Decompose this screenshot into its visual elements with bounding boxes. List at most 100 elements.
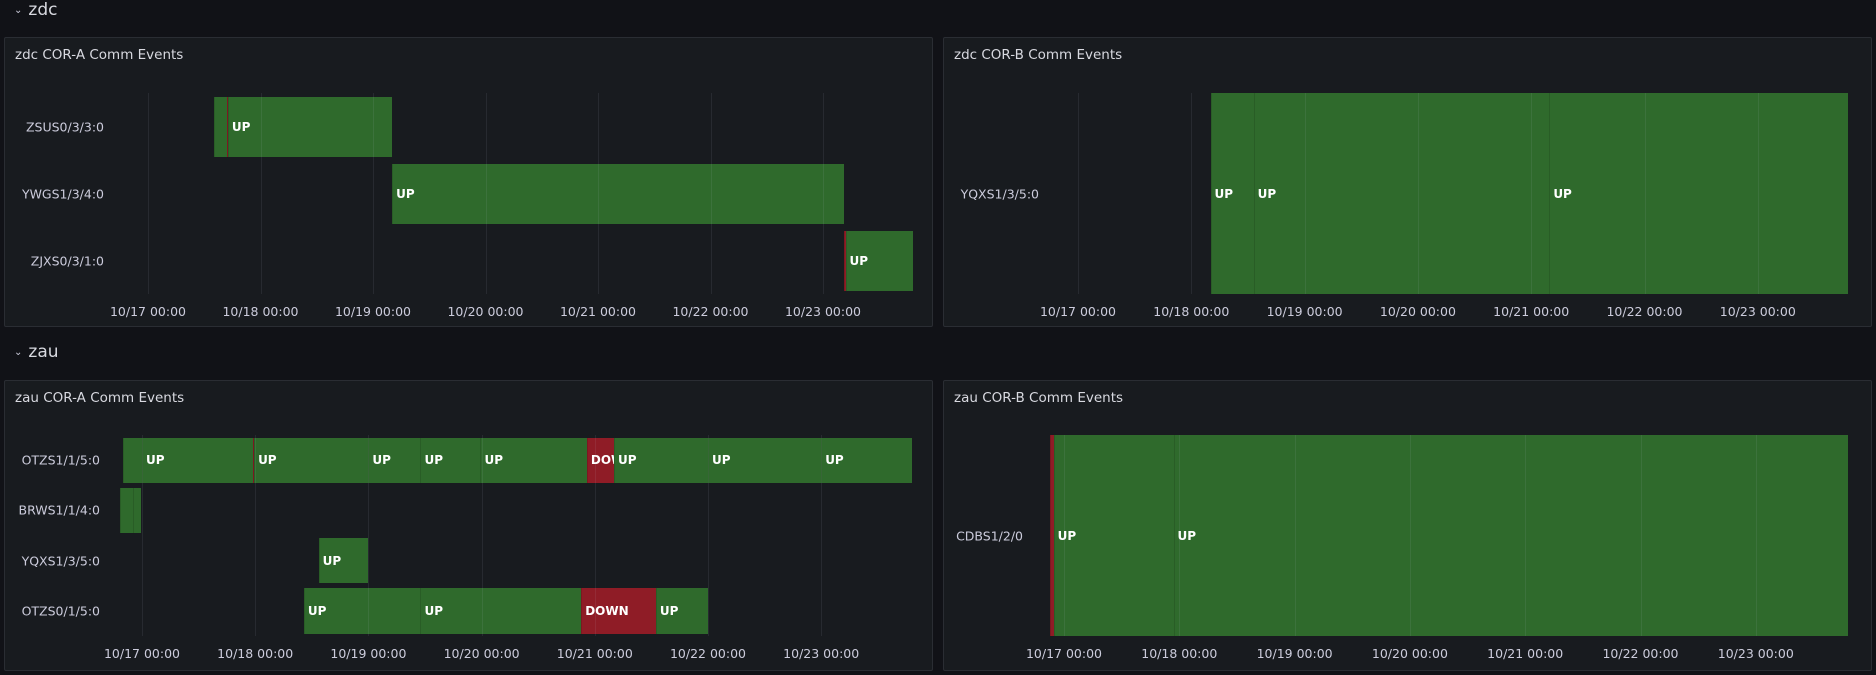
state-segment-up[interactable]: UP: [845, 230, 913, 291]
state-segment-up[interactable]: [122, 437, 142, 483]
panel-zau-cor-a[interactable]: zau COR-A Comm Events UPUPUPUPUPDOWNUPUP…: [4, 380, 933, 671]
state-segment-up[interactable]: UP: [318, 538, 369, 584]
state-label: UP: [231, 119, 251, 134]
section-header-zdc[interactable]: ⌄ zdc: [14, 0, 57, 20]
state-label: UP: [424, 453, 444, 468]
state-segment-up[interactable]: UP: [708, 437, 822, 483]
x-tick-label: 10/21 00:00: [559, 304, 637, 319]
x-tick-label: 10/22 00:00: [672, 304, 749, 319]
x-tick-label: 10/17 00:00: [1025, 646, 1103, 661]
state-segment-up[interactable]: [132, 487, 141, 533]
panel-zau-cor-b[interactable]: zau COR-B Comm Events UP UP 10/17 00:00 10/…: [943, 380, 1872, 671]
x-tick-label: 10/22 00:00: [669, 646, 747, 661]
state-label: UP: [1057, 528, 1077, 543]
row-label: YQXS1/3/5:0: [21, 553, 100, 569]
panel-title: zau COR-B Comm Events: [954, 390, 1124, 406]
state-segment-up[interactable]: UP: [142, 437, 253, 483]
x-tick-label: 10/19 00:00: [334, 304, 412, 319]
state-segment-up[interactable]: UP: [227, 96, 393, 157]
section-header-zau[interactable]: ⌄ zau: [14, 342, 59, 362]
x-tick-label: 10/22 00:00: [1602, 646, 1679, 661]
state-label: UP: [396, 186, 415, 201]
state-segment-up[interactable]: [120, 487, 133, 533]
x-tick-label: 10/21 00:00: [1487, 646, 1564, 661]
x-tick-label: 10/23 00:00: [784, 304, 862, 319]
state-label: UP: [1257, 186, 1277, 201]
x-tick-label: 10/23 00:00: [1717, 646, 1794, 661]
row-label: YQXS1/3/5:0: [960, 186, 1039, 201]
state-segment-up[interactable]: UP: [655, 588, 708, 634]
state-segment-up[interactable]: UP: [368, 437, 421, 483]
state-label: DOWN: [585, 603, 629, 618]
plot-area: UP UP UP UP UP DOWN UP UP UP UP UP UP DOWN UP: [5, 435, 932, 636]
state-label: UP: [659, 603, 679, 618]
panel-title: zdc COR-B Comm Events: [954, 47, 1123, 63]
gridline: [148, 93, 149, 294]
panel-zdc-cor-a[interactable]: zdc COR-A Comm Events UP UP UP 10/17 00:00 1…: [4, 37, 933, 327]
x-tick-label: 10/19 00:00: [1256, 646, 1333, 661]
plot-area: UP UP UP: [944, 93, 1871, 294]
state-label: UP: [1214, 186, 1234, 201]
row-label: YWGS1/3/4:0: [21, 186, 104, 201]
state-label: UP: [1177, 528, 1197, 543]
x-tick-label: 10/21 00:00: [1493, 304, 1570, 319]
state-segment-up[interactable]: UP: [420, 588, 582, 634]
state-label: UP: [372, 453, 391, 468]
state-label: UP: [146, 453, 165, 468]
state-segment-up[interactable]: [214, 96, 227, 157]
x-tick-label: 10/18 00:00: [1141, 646, 1218, 661]
state-label: UP: [322, 553, 342, 568]
x-tick-label: 10/20 00:00: [1371, 646, 1448, 661]
x-tick-label: 10/21 00:00: [556, 646, 633, 661]
state-label: UP: [484, 453, 503, 468]
x-tick-label: 10/20 00:00: [443, 646, 520, 661]
x-tick-label: 10/23 00:00: [783, 646, 860, 661]
row-label: ZSUS0/3/3:0: [25, 119, 104, 134]
state-segment-down[interactable]: DOWN: [581, 588, 656, 634]
x-tick-label: 10/20 00:00: [447, 304, 524, 319]
row-label: ZJXS0/3/1:0: [30, 253, 104, 268]
state-segment-up[interactable]: UP: [254, 437, 369, 483]
x-tick-label: 10/17 00:00: [103, 646, 181, 661]
state-segment-up[interactable]: UP: [821, 437, 912, 483]
gridline: [1191, 93, 1193, 294]
state-label: UP: [712, 453, 731, 468]
row-label: OTZS0/1/5:0: [21, 603, 100, 619]
state-segment-up[interactable]: UP: [420, 437, 481, 483]
state-segment-up[interactable]: UP: [1173, 435, 1849, 636]
row-label: BRWS1/1/4:0: [18, 502, 101, 518]
x-tick-label: 10/19 00:00: [330, 646, 407, 661]
plot-area: UP UP UP: [5, 93, 932, 294]
section-title: zdc: [28, 0, 58, 20]
plot-area: UP UP: [944, 435, 1871, 636]
chevron-down-icon: ⌄: [14, 4, 23, 16]
panel-title: zau COR-A Comm Events: [15, 390, 185, 406]
x-tick-label: 10/18 00:00: [222, 304, 299, 319]
state-segment-up[interactable]: UP: [480, 437, 587, 483]
state-label: UP: [1553, 186, 1572, 201]
state-label: UP: [825, 453, 844, 468]
chevron-down-icon: ⌄: [14, 346, 23, 358]
x-tick-label: 10/23 00:00: [1719, 304, 1796, 319]
state-segment-up[interactable]: UP: [303, 588, 421, 634]
state-label: UP: [849, 253, 869, 268]
x-tick-label: 10/19 00:00: [1266, 304, 1343, 319]
state-label: UP: [258, 453, 277, 468]
x-tick-label: 10/22 00:00: [1606, 304, 1683, 319]
x-tick-label: 10/17 00:00: [1039, 304, 1117, 319]
state-segment-down[interactable]: DOWN: [586, 437, 615, 483]
x-tick-label: 10/17 00:00: [109, 304, 187, 319]
panel-zdc-cor-b[interactable]: zdc COR-B Comm Events UP UP UP 10/17 00:00 1…: [943, 37, 1872, 327]
row-label: CDBS1/2/0: [956, 528, 1023, 543]
state-segment-up[interactable]: UP: [1053, 435, 1174, 636]
panel-title: zdc COR-A Comm Events: [15, 47, 184, 63]
state-segment-up[interactable]: UP: [1210, 93, 1254, 294]
x-tick-label: 10/18 00:00: [217, 646, 294, 661]
state-segment-up[interactable]: UP: [1549, 93, 1849, 294]
x-tick-label: 10/20 00:00: [1379, 304, 1456, 319]
state-label: UP: [307, 603, 327, 618]
state-segment-up[interactable]: UP: [614, 437, 708, 483]
state-segment-up[interactable]: UP: [392, 163, 845, 224]
state-segment-up[interactable]: UP: [1253, 93, 1550, 294]
state-label: UP: [424, 603, 444, 618]
